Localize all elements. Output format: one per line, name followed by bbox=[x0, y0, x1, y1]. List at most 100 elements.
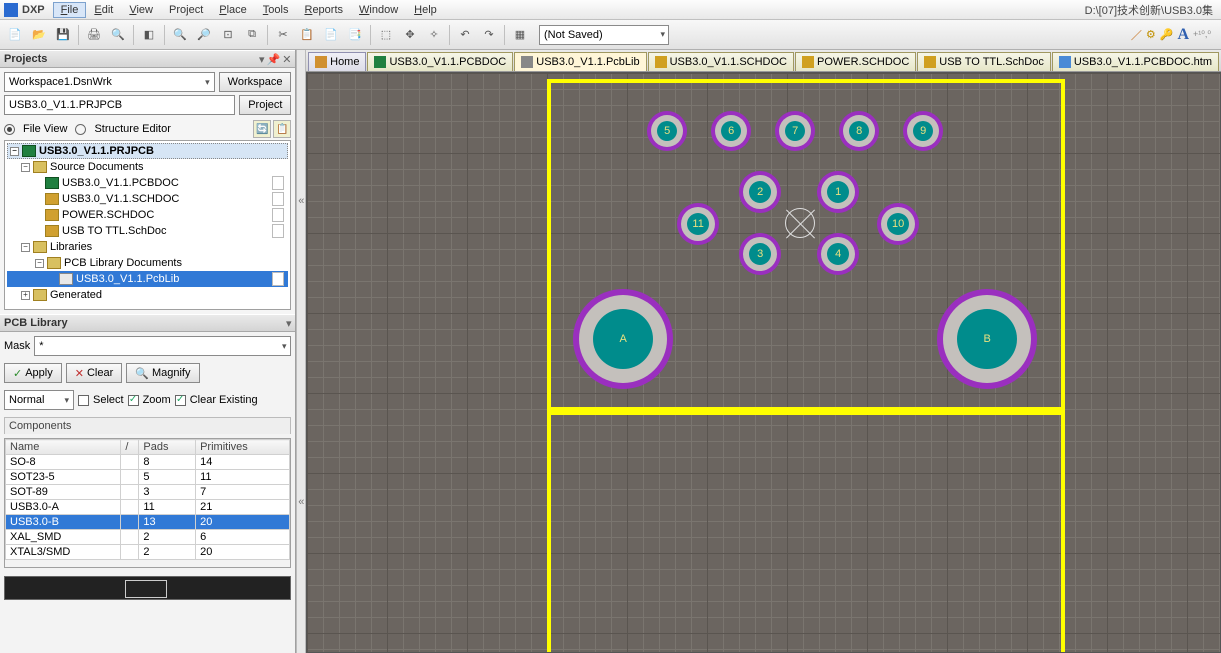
tab-power[interactable]: POWER.SCHDOC bbox=[795, 52, 916, 71]
pad-5: 5 bbox=[664, 125, 670, 137]
select-icon[interactable]: ⬚ bbox=[375, 24, 397, 46]
file-view-radio[interactable] bbox=[4, 124, 15, 135]
pad-3: 3 bbox=[757, 248, 763, 260]
move-icon[interactable]: ✥ bbox=[399, 24, 421, 46]
pcb-canvas[interactable]: 5 6 7 8 9 2 1 11 10 3 4 A B bbox=[306, 72, 1221, 653]
tab-pcblib[interactable]: USB3.0_V1.1.PcbLib bbox=[514, 52, 646, 71]
table-row[interactable]: XAL_SMD26 bbox=[6, 530, 290, 545]
origin-icon[interactable]: +¹⁰,⁰ bbox=[1193, 29, 1211, 40]
menu-place[interactable]: Place bbox=[211, 2, 255, 18]
key-icon[interactable]: 🔑 bbox=[1160, 28, 1174, 41]
pad-10: 10 bbox=[892, 218, 904, 230]
menu-project[interactable]: Project bbox=[161, 2, 211, 18]
tree-pcblib-docs[interactable]: −PCB Library Documents bbox=[7, 255, 288, 271]
panel-pin-icon[interactable]: 📌 bbox=[267, 53, 281, 66]
tree-generated[interactable]: +Generated bbox=[7, 287, 288, 303]
paste-special-icon[interactable]: 📑 bbox=[344, 24, 366, 46]
table-row[interactable]: SOT23-5511 bbox=[6, 470, 290, 485]
clear-button[interactable]: ✕Clear bbox=[66, 363, 123, 383]
panel-menu-icon[interactable]: ▾ bbox=[259, 53, 265, 66]
table-row[interactable]: SO-8814 bbox=[6, 455, 290, 470]
title-path: D:\[07]技术创新\USB3.0集 bbox=[1085, 2, 1217, 18]
tab-pcbdoc[interactable]: USB3.0_V1.1.PCBDOC bbox=[367, 52, 513, 71]
components-table[interactable]: Name/PadsPrimitives SO-8814SOT23-5511SOT… bbox=[4, 438, 291, 568]
pad-11: 11 bbox=[692, 218, 703, 230]
text-icon[interactable]: A bbox=[1177, 26, 1189, 44]
tree-doc-power[interactable]: POWER.SCHDOC bbox=[7, 207, 288, 223]
tree-lib-file[interactable]: USB3.0_V1.1.PcbLib bbox=[7, 271, 288, 287]
new-icon[interactable]: 📄 bbox=[4, 24, 26, 46]
zoom-label: Zoom bbox=[143, 394, 171, 406]
grid-icon[interactable]: ▦ bbox=[509, 24, 531, 46]
workspace-combo[interactable]: Workspace1.DsnWrk bbox=[4, 72, 215, 92]
options-icon[interactable]: 📋 bbox=[273, 120, 291, 138]
gear-icon[interactable]: ⚙ bbox=[1146, 28, 1156, 41]
projects-title: Projects bbox=[4, 53, 47, 65]
tree-doc-sch[interactable]: USB3.0_V1.1.SCHDOC bbox=[7, 191, 288, 207]
left-panel: Projects ▾📌✕ Workspace1.DsnWrk Workspace… bbox=[0, 50, 296, 653]
structure-editor-label: Structure Editor bbox=[94, 123, 170, 135]
zoom-area-icon[interactable]: ⧉ bbox=[241, 24, 263, 46]
magnify-button[interactable]: 🔍Magnify bbox=[126, 363, 199, 383]
tree-doc-pcb[interactable]: USB3.0_V1.1.PCBDOC bbox=[7, 175, 288, 191]
pcblib-menu-icon[interactable]: ▾ bbox=[286, 317, 292, 330]
tab-ttl[interactable]: USB TO TTL.SchDoc bbox=[917, 52, 1051, 71]
normal-combo[interactable]: Normal bbox=[4, 390, 74, 410]
col-name[interactable]: Name bbox=[6, 440, 121, 455]
footprint-preview bbox=[4, 576, 291, 600]
menu-file[interactable]: File bbox=[53, 2, 87, 18]
menu-view[interactable]: View bbox=[121, 2, 161, 18]
table-row[interactable]: USB3.0-A1121 bbox=[6, 500, 290, 515]
pad-7: 7 bbox=[792, 125, 798, 137]
structure-editor-radio[interactable] bbox=[75, 124, 86, 135]
project-button[interactable]: Project bbox=[239, 95, 291, 115]
open-icon[interactable]: 📂 bbox=[28, 24, 50, 46]
panel-close-icon[interactable]: ✕ bbox=[282, 53, 291, 66]
zoom-fit-icon[interactable]: ⊡ bbox=[217, 24, 239, 46]
mask-input[interactable]: * bbox=[34, 336, 291, 356]
copy-icon[interactable]: 📋 bbox=[296, 24, 318, 46]
redo-icon[interactable]: ↷ bbox=[478, 24, 500, 46]
tab-home[interactable]: Home bbox=[308, 52, 366, 71]
col-pads[interactable]: Pads bbox=[139, 440, 196, 455]
undo-icon[interactable]: ↶ bbox=[454, 24, 476, 46]
clear-existing-checkbox[interactable] bbox=[175, 395, 186, 406]
layers-icon[interactable]: ◧ bbox=[138, 24, 160, 46]
menu-tools[interactable]: Tools bbox=[255, 2, 297, 18]
table-row[interactable]: XTAL3/SMD220 bbox=[6, 545, 290, 560]
apply-button[interactable]: ✓Apply bbox=[4, 363, 62, 383]
paste-icon[interactable]: 📄 bbox=[320, 24, 342, 46]
col-prims[interactable]: Primitives bbox=[196, 440, 290, 455]
workspace-button[interactable]: Workspace bbox=[219, 72, 292, 92]
zoom-in-icon[interactable]: 🔍 bbox=[169, 24, 191, 46]
pcblib-title: PCB Library bbox=[4, 317, 68, 329]
zoom-checkbox[interactable] bbox=[128, 395, 139, 406]
refresh-icon[interactable]: 🔄 bbox=[253, 120, 271, 138]
menu-window[interactable]: Window bbox=[351, 2, 406, 18]
tree-libraries[interactable]: −Libraries bbox=[7, 239, 288, 255]
origin-marker bbox=[785, 208, 815, 238]
saved-combo[interactable]: (Not Saved) bbox=[539, 25, 669, 45]
collapse-handle[interactable]: «« bbox=[296, 50, 306, 653]
tab-htm[interactable]: USB3.0_V1.1.PCBDOC.htm bbox=[1052, 52, 1219, 71]
tree-root[interactable]: −USB3.0_V1.1.PRJPCB bbox=[7, 143, 288, 159]
preview-icon[interactable]: 🔍 bbox=[107, 24, 129, 46]
tab-schdoc[interactable]: USB3.0_V1.1.SCHDOC bbox=[648, 52, 794, 71]
deselect-icon[interactable]: ✧ bbox=[423, 24, 445, 46]
save-icon[interactable]: 💾 bbox=[52, 24, 74, 46]
mask-label: Mask bbox=[4, 340, 30, 352]
measure-icon[interactable]: ／ bbox=[1131, 27, 1142, 43]
project-tree[interactable]: −USB3.0_V1.1.PRJPCB −Source Documents US… bbox=[4, 140, 291, 310]
table-row[interactable]: SOT-8937 bbox=[6, 485, 290, 500]
tree-doc-ttl[interactable]: USB TO TTL.SchDoc bbox=[7, 223, 288, 239]
menu-reports[interactable]: Reports bbox=[296, 2, 351, 18]
menu-help[interactable]: Help bbox=[406, 2, 445, 18]
zoom-out-icon[interactable]: 🔎 bbox=[193, 24, 215, 46]
print-icon[interactable]: 🖨 bbox=[83, 24, 105, 46]
cut-icon[interactable]: ✂ bbox=[272, 24, 294, 46]
menu-edit[interactable]: Edit bbox=[86, 2, 121, 18]
table-row[interactable]: USB3.0-B1320 bbox=[6, 515, 290, 530]
project-input[interactable]: USB3.0_V1.1.PRJPCB bbox=[4, 95, 235, 115]
tree-source-docs[interactable]: −Source Documents bbox=[7, 159, 288, 175]
select-checkbox[interactable] bbox=[78, 395, 89, 406]
